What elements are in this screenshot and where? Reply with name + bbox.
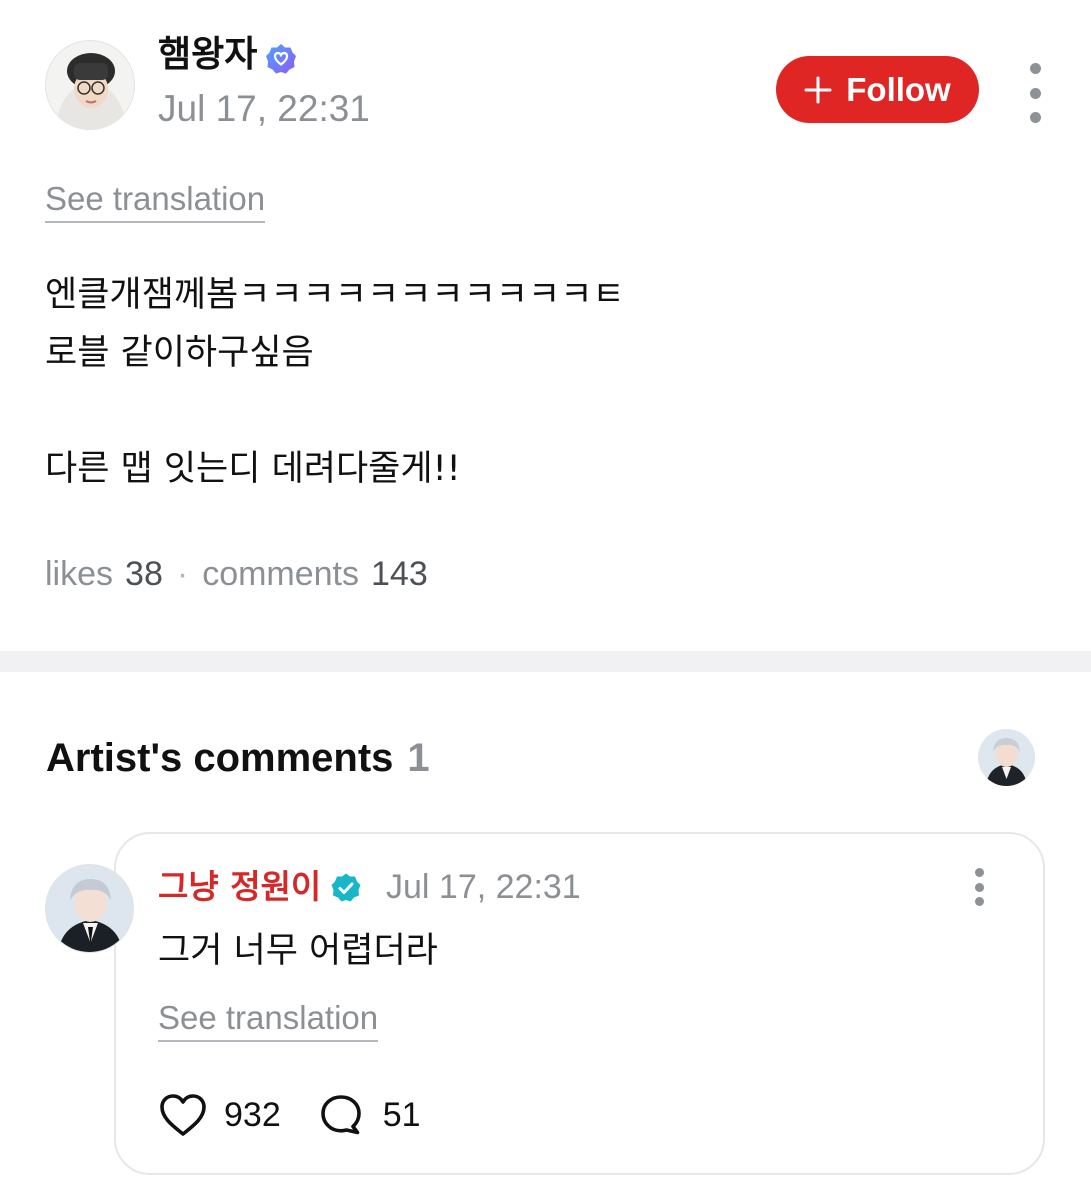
likes-count[interactable]: 38 [125,555,163,593]
more-vertical-icon[interactable] [1025,63,1045,123]
artist-comments-count: 1 [407,736,430,780]
comment-see-translation-link[interactable]: See translation [158,998,379,1042]
post: 햄왕자 Jul 17, 22:31 Follow See translation… [0,0,1091,650]
section-divider [0,651,1091,672]
like-count: 932 [224,1095,281,1134]
stats-separator: · [176,555,189,593]
artist-avatar[interactable] [45,864,134,953]
more-vertical-icon[interactable] [969,868,989,906]
comments-count[interactable]: 143 [371,555,428,593]
like-button[interactable]: 932 [158,1092,281,1138]
verified-fan-badge-icon [266,44,296,74]
follow-button[interactable]: Follow [776,56,979,123]
follow-label: Follow [846,70,951,108]
reply-button[interactable]: 51 [317,1092,421,1138]
comment-date: Jul 17, 22:31 [386,868,581,906]
likes-label: likes [45,555,114,593]
artist-comments-title-text: Artist's comments [46,736,394,780]
post-stats: likes 38 · comments 143 [45,551,428,597]
artist-avatar-small[interactable] [978,729,1035,786]
comment-actions: 932 51 [158,1088,421,1142]
see-translation-link[interactable]: See translation [45,179,266,223]
artist-comments-title: Artist's comments 1 [46,733,430,783]
heart-icon [160,1094,206,1136]
speech-bubble-icon [320,1095,361,1135]
post-date: Jul 17, 22:31 [158,88,370,129]
author-avatar[interactable] [45,40,135,130]
comments-label: comments [202,555,360,593]
comment-text: 그거 너무 어렵더라 [158,931,438,971]
author-name[interactable]: 햄왕자 [158,30,257,80]
verified-artist-badge-icon [331,873,361,902]
post-body: 엔클개잼께봄ㅋㅋㅋㅋㅋㅋㅋㅋㅋㅋㅋㅌ 로블 같이하구싶음 다른 맵 잇는디 데려… [45,275,625,489]
artist-name[interactable]: 그냥 정원이 [158,863,321,911]
reply-count: 51 [382,1095,421,1134]
plus-icon [804,76,832,103]
